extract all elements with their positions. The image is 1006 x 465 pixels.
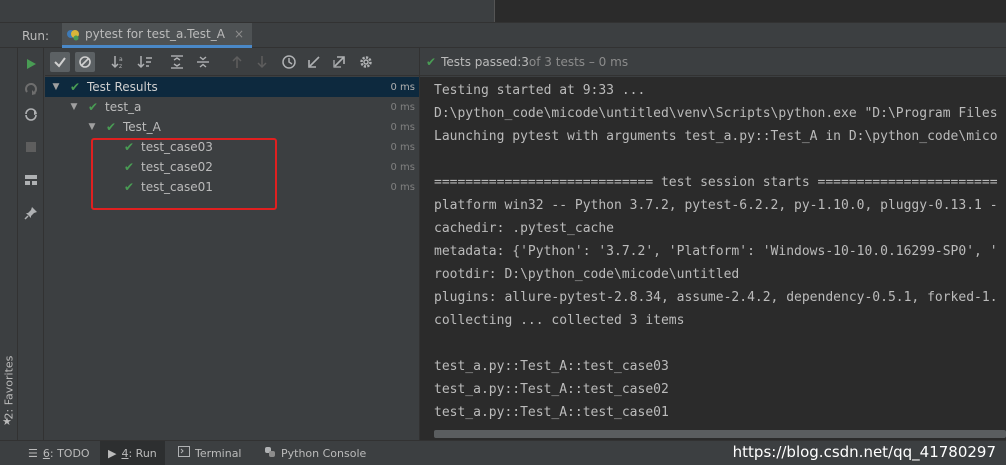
pin-icon[interactable] [23, 205, 39, 221]
run-side-toolbar [18, 48, 44, 440]
check-icon: ✔ [70, 80, 81, 94]
tree-node-time: 0 ms [390, 81, 416, 93]
list-icon: ☰ [28, 446, 38, 460]
check-icon: ✔ [88, 100, 99, 114]
toggle-auto-test-icon[interactable] [23, 106, 39, 122]
pytest-icon [66, 27, 80, 41]
test-tree-toolbar: az [45, 48, 419, 76]
rerun-icon[interactable] [23, 56, 39, 72]
tab-python-console-label: Python Console [281, 446, 367, 460]
tab-run-label: : Run [128, 446, 157, 460]
status-passed-count: 3 [521, 54, 529, 69]
show-ignored-icon[interactable] [75, 52, 95, 72]
console-line: D:\python_code\micode\untitled\venv\Scri… [434, 106, 998, 121]
status-prefix: Tests passed: [441, 54, 522, 69]
export-tests-icon[interactable] [329, 52, 349, 72]
history-icon[interactable] [279, 52, 299, 72]
previous-failed-icon[interactable] [227, 52, 247, 72]
python-icon [264, 446, 276, 461]
tree-node-time: 0 ms [390, 121, 416, 133]
show-passed-icon[interactable] [50, 52, 70, 72]
console-line: collecting ... collected 3 items [434, 313, 685, 328]
test-results-tree: ▼ ✔ Test Results 0 ms ▼ ✔ test_a 0 ms ▼ … [45, 77, 419, 440]
highlight-annotation [91, 138, 277, 210]
stop-icon[interactable] [23, 139, 39, 155]
play-icon: ▶ [108, 446, 117, 460]
run-label: Run: [22, 29, 50, 43]
tab-terminal[interactable]: Terminal [170, 441, 250, 465]
gear-icon[interactable] [356, 52, 376, 72]
tab-todo[interactable]: ☰ 6: TODO [20, 441, 98, 465]
svg-text:z: z [119, 63, 122, 69]
tab-todo-number: 6 [42, 446, 50, 460]
console-line: Testing started at 9:33 ... [434, 83, 646, 98]
terminal-icon [178, 446, 190, 460]
console-line: Launching pytest with arguments test_a.p… [434, 129, 998, 144]
favorites-tab[interactable]: 2: Favorites [3, 342, 16, 420]
tree-node-time: 0 ms [390, 101, 416, 113]
bottom-tool-bar: ☰ 6: TODO ▶ 4: Run Terminal Python Conso… [0, 440, 1006, 465]
check-icon: ✔ [106, 120, 117, 134]
import-tests-icon[interactable] [304, 52, 324, 72]
horizontal-scrollbar[interactable] [434, 430, 1006, 438]
run-config-tab[interactable]: pytest for test_a.Test_A × [62, 23, 253, 48]
expand-all-icon[interactable] [167, 52, 187, 72]
close-icon[interactable]: × [234, 27, 244, 41]
console-line: metadata: {'Python': '3.7.2', 'Platform'… [434, 244, 998, 259]
tab-terminal-label: Terminal [195, 446, 242, 460]
status-summary: of 3 tests – 0 ms [528, 54, 629, 69]
tab-python-console[interactable]: Python Console [256, 441, 374, 465]
editor-area [494, 0, 1006, 22]
left-tool-strip: 2: Favorites ★ [0, 48, 18, 440]
chevron-down-icon[interactable]: ▼ [69, 102, 79, 112]
console-line: platform win32 -- Python 3.7.2, pytest-6… [434, 198, 998, 213]
console-line: plugins: allure-pytest-2.8.34, assume-2.… [434, 290, 998, 305]
rerun-failed-icon[interactable] [23, 81, 39, 97]
console-line: test_a.py::Test_A::test_case01 [434, 405, 669, 420]
tree-node-label: test_a [105, 100, 142, 114]
console-line: cachedir: .pytest_cache [434, 221, 615, 236]
chevron-down-icon[interactable]: ▼ [87, 122, 97, 132]
console-output[interactable]: Testing started at 9:33 ... D:\python_cod… [420, 77, 1006, 440]
sort-alpha-icon[interactable]: az [109, 52, 129, 72]
tree-node-label: Test_A [123, 120, 161, 134]
console-line: ============================ test sessio… [434, 175, 998, 190]
run-config-tab-title: pytest for test_a.Test_A [85, 27, 225, 41]
console-line: rootdir: D:\python_code\micode\untitled [434, 267, 740, 282]
editor-top-strip [0, 0, 1006, 22]
tab-run[interactable]: ▶ 4: Run [100, 441, 165, 465]
tree-node-time: 0 ms [390, 141, 416, 153]
tree-node-module[interactable]: ▼ ✔ test_a 0 ms [45, 97, 419, 117]
tree-node-time: 0 ms [390, 161, 416, 173]
star-icon[interactable]: ★ [2, 415, 12, 428]
tree-node-label: Test Results [87, 80, 158, 94]
check-icon: ✔ [426, 54, 437, 69]
chevron-down-icon[interactable]: ▼ [51, 82, 61, 92]
watermark: https://blog.csdn.net/qq_41780297 [732, 443, 996, 461]
run-header: Run: pytest for test_a.Test_A × [0, 22, 1006, 48]
layout-icon[interactable] [23, 172, 39, 188]
next-failed-icon[interactable] [252, 52, 272, 72]
console-line: test_a.py::Test_A::test_case02 [434, 382, 669, 397]
console-line: test_a.py::Test_A::test_case03 [434, 359, 669, 374]
tab-todo-label: : TODO [49, 446, 90, 460]
tree-node-test-results[interactable]: ▼ ✔ Test Results 0 ms [45, 77, 419, 97]
svg-text:a: a [119, 56, 123, 63]
sort-duration-icon[interactable] [135, 52, 155, 72]
tree-node-time: 0 ms [390, 181, 416, 193]
tree-node-class[interactable]: ▼ ✔ Test_A 0 ms [45, 117, 419, 137]
collapse-all-icon[interactable] [193, 52, 213, 72]
test-status-bar: ✔ Tests passed: 3 of 3 tests – 0 ms [420, 48, 1006, 76]
